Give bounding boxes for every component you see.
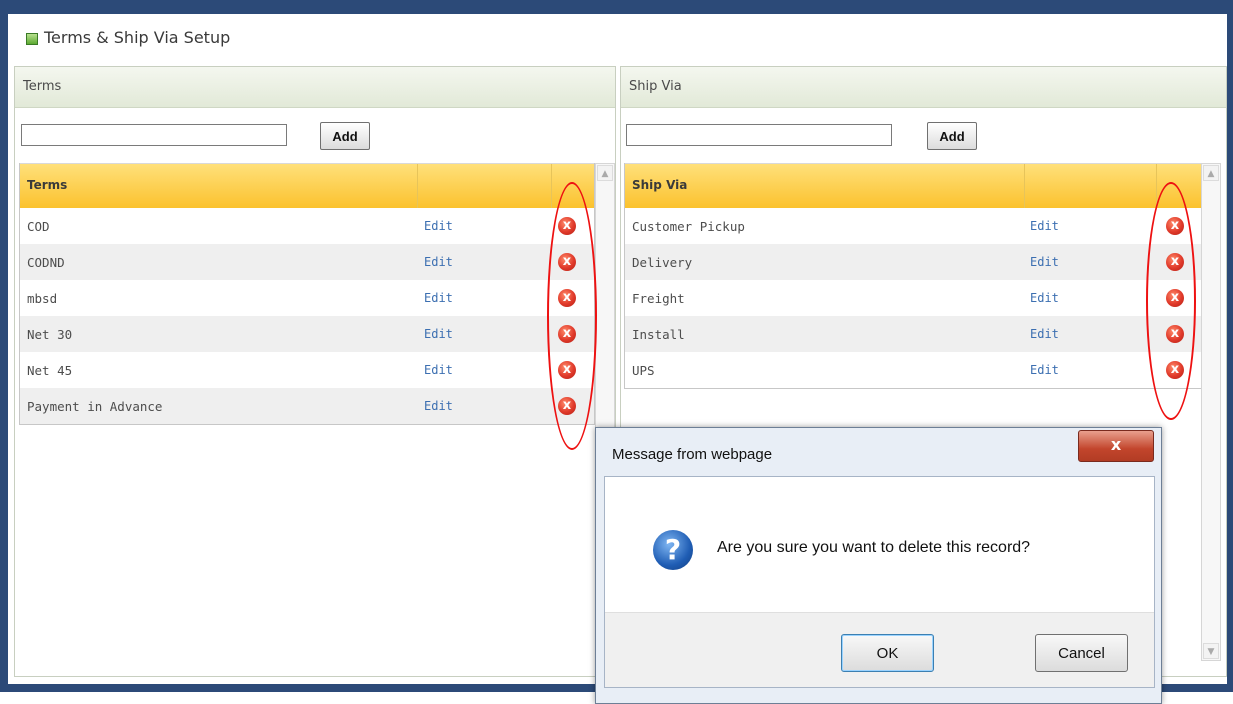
table-row: Customer Pickup Edit x bbox=[625, 208, 1201, 244]
delete-icon[interactable]: x bbox=[558, 289, 576, 307]
terms-add-button[interactable]: Add bbox=[320, 122, 370, 150]
delete-icon[interactable]: x bbox=[1166, 361, 1184, 379]
table-row: COD Edit x bbox=[20, 208, 594, 244]
table-row: UPS Edit x bbox=[625, 352, 1201, 388]
dialog-title: Message from webpage bbox=[612, 446, 773, 463]
table-row: Delivery Edit x bbox=[625, 244, 1201, 280]
edit-link[interactable]: Edit bbox=[424, 291, 453, 305]
delete-icon[interactable]: x bbox=[1166, 217, 1184, 235]
row-name: Net 30 bbox=[27, 327, 73, 342]
terms-panel-header: Terms bbox=[15, 67, 615, 108]
terms-add-input[interactable] bbox=[21, 124, 287, 146]
terms-column-header-label: Terms bbox=[27, 178, 68, 192]
scroll-down-icon[interactable]: ▼ bbox=[1203, 643, 1219, 659]
row-name: Net 45 bbox=[27, 363, 73, 378]
terms-edit-column-header bbox=[418, 164, 552, 208]
edit-link[interactable]: Edit bbox=[1030, 363, 1059, 377]
terms-grid: Terms COD Edit x CODND Edit x mbsd Edit x Net 30 E… bbox=[19, 163, 595, 425]
edit-link[interactable]: Edit bbox=[424, 219, 453, 233]
table-row: Install Edit x bbox=[625, 316, 1201, 352]
edit-link[interactable]: Edit bbox=[424, 327, 453, 341]
ship-via-delete-column-header bbox=[1157, 164, 1200, 208]
table-row: Payment in Advance Edit x bbox=[20, 388, 594, 424]
page-title: Terms & Ship Via Setup bbox=[44, 28, 231, 47]
delete-icon[interactable]: x bbox=[558, 253, 576, 271]
question-icon: ? bbox=[653, 530, 693, 570]
ship-via-column-header[interactable]: Ship Via bbox=[625, 164, 1025, 208]
confirm-dialog: Message from webpage x ? Are you sure yo… bbox=[595, 427, 1162, 704]
close-icon[interactable]: x bbox=[1078, 430, 1154, 462]
edit-link[interactable]: Edit bbox=[1030, 327, 1059, 341]
ship-via-panel-header: Ship Via bbox=[621, 67, 1226, 108]
ship-via-scrollbar[interactable]: ▲ ▼ bbox=[1201, 163, 1221, 661]
page-header: Terms & Ship Via Setup bbox=[8, 14, 1227, 64]
ship-via-grid: Ship Via Customer Pickup Edit x Delivery Edi… bbox=[624, 163, 1202, 389]
row-name: COD bbox=[27, 219, 50, 234]
table-row: Freight Edit x bbox=[625, 280, 1201, 316]
edit-link[interactable]: Edit bbox=[424, 255, 453, 269]
ship-via-edit-column-header bbox=[1025, 164, 1157, 208]
cancel-button[interactable]: Cancel bbox=[1035, 634, 1128, 672]
section-icon bbox=[26, 33, 38, 45]
table-row: Net 30 Edit x bbox=[20, 316, 594, 352]
terms-delete-column-header bbox=[552, 164, 593, 208]
edit-link[interactable]: Edit bbox=[1030, 219, 1059, 233]
row-name: Install bbox=[632, 327, 685, 342]
ship-via-add-button[interactable]: Add bbox=[927, 122, 977, 150]
table-row: CODND Edit x bbox=[20, 244, 594, 280]
scroll-up-icon[interactable]: ▲ bbox=[1203, 165, 1219, 181]
delete-icon[interactable]: x bbox=[1166, 253, 1184, 271]
table-row: mbsd Edit x bbox=[20, 280, 594, 316]
delete-icon[interactable]: x bbox=[1166, 325, 1184, 343]
table-row: Net 45 Edit x bbox=[20, 352, 594, 388]
terms-grid-header: Terms bbox=[20, 163, 594, 208]
ship-via-add-input[interactable] bbox=[626, 124, 892, 146]
ok-button[interactable]: OK bbox=[841, 634, 934, 672]
row-name: Freight bbox=[632, 291, 685, 306]
delete-icon[interactable]: x bbox=[1166, 289, 1184, 307]
terms-panel-title: Terms bbox=[23, 79, 62, 94]
edit-link[interactable]: Edit bbox=[424, 363, 453, 377]
terms-column-header[interactable]: Terms bbox=[20, 164, 418, 208]
terms-rows: COD Edit x CODND Edit x mbsd Edit x Net 30 Edit x Ne… bbox=[20, 208, 594, 424]
delete-icon[interactable]: x bbox=[558, 325, 576, 343]
row-name: CODND bbox=[27, 255, 65, 270]
dialog-message: Are you sure you want to delete this rec… bbox=[717, 539, 1031, 556]
delete-icon[interactable]: x bbox=[558, 361, 576, 379]
row-name: Customer Pickup bbox=[632, 219, 745, 234]
ship-via-rows: Customer Pickup Edit x Delivery Edit x Freight… bbox=[625, 208, 1201, 388]
terms-panel: Terms Add Terms COD Edit x CODND Edit x mbsd Ed… bbox=[14, 66, 616, 677]
dialog-body: ? Are you sure you want to delete this r… bbox=[604, 476, 1155, 688]
delete-icon[interactable]: x bbox=[558, 217, 576, 235]
row-name: UPS bbox=[632, 363, 655, 378]
edit-link[interactable]: Edit bbox=[1030, 255, 1059, 269]
edit-link[interactable]: Edit bbox=[1030, 291, 1059, 305]
row-name: Delivery bbox=[632, 255, 693, 270]
ship-via-panel-title: Ship Via bbox=[629, 79, 682, 94]
edit-link[interactable]: Edit bbox=[424, 399, 453, 413]
ship-via-grid-header: Ship Via bbox=[625, 163, 1201, 208]
row-name: Payment in Advance bbox=[27, 399, 163, 414]
delete-icon[interactable]: x bbox=[558, 397, 576, 415]
scroll-up-icon[interactable]: ▲ bbox=[597, 165, 613, 181]
ship-via-column-header-label: Ship Via bbox=[632, 178, 688, 192]
row-name: mbsd bbox=[27, 291, 58, 306]
